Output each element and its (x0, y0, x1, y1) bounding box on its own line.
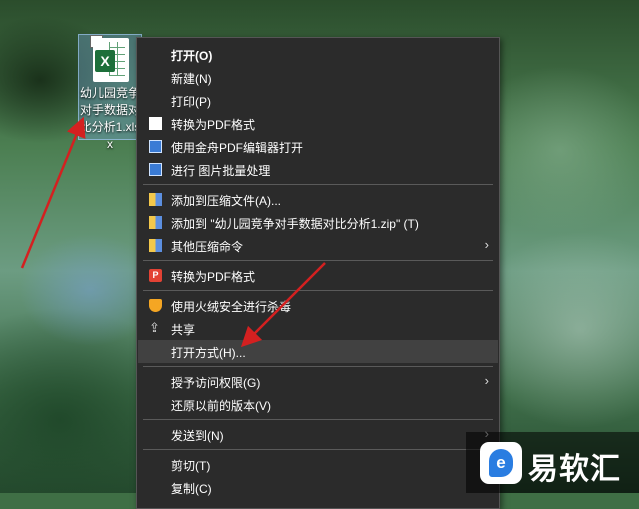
document-icon (149, 117, 162, 130)
menu-separator (143, 290, 493, 291)
menu-item-label: 转换为PDF格式 (171, 118, 256, 132)
menu-item-label: 打印(P) (171, 95, 211, 109)
menu-item-label: 共享 (171, 323, 196, 337)
menu-item-convert-pdf-2[interactable]: P 转换为PDF格式 (138, 264, 498, 287)
archive-icon (149, 193, 162, 206)
menu-item-label: 发送到(N) (171, 429, 224, 443)
menu-item-label: 转换为PDF格式 (171, 270, 256, 284)
menu-item-label: 添加到 "幼儿园竞争对手数据对比分析1.zip" (T) (171, 217, 419, 231)
menu-item-other-compress[interactable]: 其他压缩命令 › (138, 234, 498, 257)
archive-icon (149, 239, 162, 252)
menu-item-label: 使用火绒安全进行杀毒 (171, 300, 292, 314)
menu-separator (143, 260, 493, 261)
menu-item-label: 打开方式(H)... (171, 346, 246, 360)
huorong-shield-icon (149, 299, 162, 312)
menu-item-open-with[interactable]: 打开方式(H)... (138, 340, 498, 363)
menu-item-label: 使用金舟PDF编辑器打开 (171, 141, 304, 155)
menu-separator (143, 184, 493, 185)
menu-item-open-pdf-editor[interactable]: 使用金舟PDF编辑器打开 (138, 135, 498, 158)
excel-file-icon: X (93, 38, 129, 82)
menu-item-new[interactable]: 新建(N) (138, 66, 498, 89)
menu-item-antivirus[interactable]: 使用火绒安全进行杀毒 (138, 294, 498, 317)
menu-item-send-to[interactable]: 发送到(N) › (138, 423, 498, 446)
watermark-logo-letter: e (496, 453, 506, 472)
menu-item-label: 剪切(T) (171, 459, 211, 473)
menu-item-copy[interactable]: 复制(C) (138, 476, 498, 499)
menu-item-label: 进行 图片批量处理 (171, 164, 271, 178)
menu-item-add-zip[interactable]: 添加到 "幼儿园竞争对手数据对比分析1.zip" (T) (138, 211, 498, 234)
menu-separator (143, 366, 493, 367)
menu-item-open[interactable]: 打开(O) (138, 43, 498, 66)
menu-item-grant-access[interactable]: 授予访问权限(G) › (138, 370, 498, 393)
menu-item-label: 还原以前的版本(V) (171, 399, 271, 413)
pdf-editor-icon (149, 140, 162, 153)
menu-item-label: 添加到压缩文件(A)... (171, 194, 281, 208)
menu-item-cut[interactable]: 剪切(T) (138, 453, 498, 476)
image-batch-icon (149, 163, 162, 176)
file-name-label: 幼儿园竞争对手数据对比分析1.xlsx (79, 86, 141, 151)
watermark-badge: e 易软汇 (466, 432, 639, 493)
menu-item-label: 新建(N) (171, 72, 212, 86)
archive-icon (149, 216, 162, 229)
menu-item-restore-versions[interactable]: 还原以前的版本(V) (138, 393, 498, 416)
submenu-arrow-icon: › (484, 373, 489, 388)
watermark-text: 易软汇 (528, 453, 621, 486)
menu-separator (143, 419, 493, 420)
menu-item-image-batch[interactable]: 进行 图片批量处理 (138, 158, 498, 181)
menu-item-print[interactable]: 打印(P) (138, 89, 498, 112)
menu-separator (143, 449, 493, 450)
menu-item-label: 复制(C) (171, 482, 212, 496)
watermark-logo-icon: e (480, 442, 522, 484)
menu-item-label: 授予访问权限(G) (171, 376, 261, 390)
menu-item-label: 打开(O) (171, 49, 213, 63)
menu-item-add-archive[interactable]: 添加到压缩文件(A)... (138, 188, 498, 211)
context-menu: 打开(O) 新建(N) 打印(P) 转换为PDF格式 使用金舟PDF编辑器打开 … (136, 37, 500, 509)
excel-file-item[interactable]: ✓ X 幼儿园竞争对手数据对比分析1.xlsx (78, 34, 142, 151)
menu-item-share[interactable]: ⇪ 共享 (138, 317, 498, 340)
pdf-convert-icon: P (149, 269, 162, 282)
menu-item-label: 其他压缩命令 (171, 240, 244, 254)
excel-badge: X (95, 50, 115, 72)
submenu-arrow-icon: › (484, 237, 489, 252)
menu-item-convert-pdf[interactable]: 转换为PDF格式 (138, 112, 498, 135)
share-icon: ⇪ (149, 320, 160, 335)
